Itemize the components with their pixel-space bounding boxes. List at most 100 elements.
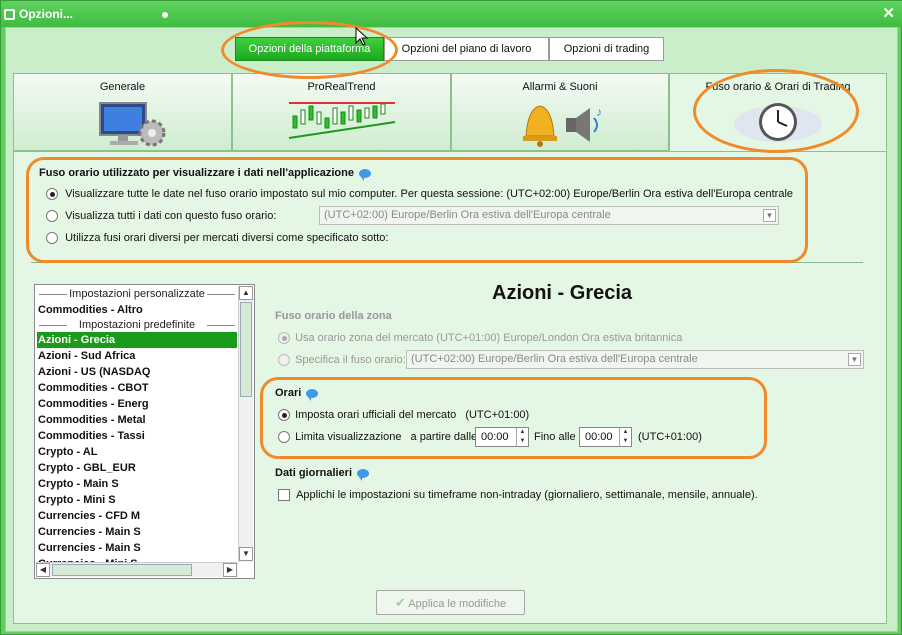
list-item[interactable]: Commodities - Tassi (37, 428, 237, 444)
specify-tz-value: (UTC+02:00) Europe/Berlin Ora estiva del… (411, 353, 698, 365)
list-item[interactable]: Azioni - US (NASDAQ (37, 364, 237, 380)
list-item[interactable]: Commodities - Metal (37, 412, 237, 428)
hscroll-thumb[interactable] (52, 564, 192, 576)
hours-option-limit[interactable]: Limita visualizzazione a partire dalle (278, 431, 478, 444)
radio-per-market-tz[interactable] (46, 232, 58, 245)
chevron-down-icon[interactable]: ▼ (763, 209, 776, 222)
list-item[interactable]: Crypto - Main S (37, 476, 237, 492)
tz-section-header: Fuso orario utilizzato per visualizzare … (39, 167, 372, 181)
daily-checkbox[interactable] (278, 489, 290, 502)
dot-marker (162, 12, 168, 18)
tz-option-fixed-label: Visualizza tutti i dati con questo fuso … (65, 210, 277, 223)
hours-option-official-tz: (UTC+01:00) (465, 409, 530, 422)
tab-prorealtrend[interactable]: ProRealTrend (232, 73, 451, 151)
tz-section-header-text: Fuso orario utilizzato per visualizzare … (39, 167, 354, 179)
hours-option-official-label: Imposta orari ufficiali del mercato (295, 409, 457, 422)
apply-button[interactable]: ✔ Applica le modifiche (376, 590, 525, 615)
list-item[interactable]: Commodities - Altro (37, 302, 237, 318)
hours-header-text: Orari (275, 387, 302, 399)
list-item[interactable]: Currencies - Main S (37, 524, 237, 540)
specify-tz-select[interactable]: (UTC+02:00) Europe/Berlin Ora estiva del… (406, 350, 864, 369)
to-time-stepper[interactable]: 00:00 ▲ ▼ (579, 427, 632, 447)
daily-option[interactable]: Applichi le impostazioni su timeframe no… (278, 489, 758, 502)
market-title: Azioni - Grecia (492, 282, 633, 304)
scroll-up-icon[interactable]: ▲ (239, 286, 253, 300)
zone-option-market-label: Usa orario zona del mercato (UTC+01:00) … (295, 332, 683, 345)
radio-limit-hours[interactable] (278, 431, 290, 444)
info-bubble-icon[interactable] (306, 388, 319, 401)
daily-header-text: Dati giornalieri (275, 467, 353, 479)
radio-official-hours[interactable] (278, 409, 290, 422)
list-item-selected[interactable]: Azioni - Grecia (37, 332, 237, 348)
close-icon[interactable]: ✕ (882, 4, 895, 22)
from-label: a partire dalle (410, 431, 478, 444)
radio-market-zone[interactable] (278, 332, 290, 345)
tab-trading-options[interactable]: Opzioni di trading (549, 37, 664, 61)
zone-option-market[interactable]: Usa orario zona del mercato (UTC+01:00) … (278, 332, 683, 345)
tab-timezone-trading-hours[interactable]: Fuso orario & Orari di Trading (669, 73, 887, 151)
scroll-thumb[interactable] (240, 302, 252, 397)
hours-tz: (UTC+01:00) (638, 431, 702, 443)
list-horizontal-scrollbar[interactable]: ◀ ▶ (36, 562, 238, 577)
to-time-value: 00:00 (585, 431, 613, 443)
scroll-left-icon[interactable]: ◀ (36, 563, 50, 577)
list-item[interactable]: Crypto - AL (37, 444, 237, 460)
info-bubble-icon[interactable] (359, 168, 372, 181)
hours-option-limit-label: Limita visualizzazione (295, 431, 402, 444)
fixed-tz-value: (UTC+02:00) Europe/Berlin Ora estiva del… (324, 209, 611, 221)
tab-workspace-options[interactable]: Opzioni del piano di lavoro (384, 37, 549, 61)
radio-fixed-tz[interactable] (46, 210, 58, 223)
monitor-gear-icon (99, 102, 166, 147)
group-default-settings: Impostazioni predefinite (37, 318, 237, 333)
tab-alarms-sounds[interactable]: Allarmi & Suoni ♪ (451, 73, 669, 151)
tz-option-computer[interactable]: Visualizzare tutte le date nel fuso orar… (46, 188, 794, 201)
radio-computer-tz[interactable] (46, 188, 58, 201)
trend-chart-icon (288, 102, 396, 139)
check-icon: ✔ (394, 595, 406, 610)
daily-option-label: Applichi le impostazioni su timeframe no… (296, 489, 758, 502)
daily-header: Dati giornalieri (275, 467, 370, 481)
tz-option-fixed[interactable]: Visualizza tutti i dati con questo fuso … (46, 210, 277, 223)
hours-option-official[interactable]: Imposta orari ufficiali del mercato (UTC… (278, 409, 530, 422)
apply-button-label: Applica le modifiche (408, 598, 507, 610)
mouse-cursor-icon (355, 27, 369, 46)
svg-text:♪: ♪ (596, 105, 602, 119)
divider (31, 262, 863, 263)
stepper-arrows-icon[interactable]: ▲ ▼ (619, 428, 631, 446)
tz-option-computer-label: Visualizzare tutte le date nel fuso orar… (65, 188, 794, 201)
scroll-down-icon[interactable]: ▼ (239, 547, 253, 561)
tab-general[interactable]: Generale (13, 73, 232, 151)
scroll-right-icon[interactable]: ▶ (223, 563, 237, 577)
zone-option-specify[interactable]: Specifica il fuso orario: (278, 354, 406, 367)
fixed-tz-select[interactable]: (UTC+02:00) Europe/Berlin Ora estiva del… (319, 206, 779, 225)
list-item[interactable]: Commodities - CBOT (37, 380, 237, 396)
tab-timezone-label: Fuso orario & Orari di Trading (705, 81, 851, 93)
bell-speaker-icon: ♪ (523, 105, 602, 147)
list-item[interactable]: Currencies - Main S (37, 540, 237, 556)
radio-specify-zone[interactable] (278, 354, 290, 367)
list-item[interactable]: Crypto - GBL_EUR (37, 460, 237, 476)
list-item[interactable]: Commodities - Energ (37, 396, 237, 412)
zone-option-specify-label: Specifica il fuso orario: (295, 354, 406, 367)
list-vertical-scrollbar[interactable]: ▲ ▼ (238, 286, 253, 562)
from-time-stepper[interactable]: 00:00 ▲ ▼ (475, 427, 529, 447)
window-title: Opzioni... (19, 7, 73, 21)
hours-header: Orari (275, 387, 319, 401)
clock-icon (734, 103, 822, 142)
group-custom-settings: Impostazioni personalizzate (37, 287, 237, 302)
from-time-value: 00:00 (481, 431, 509, 443)
list-item[interactable]: Azioni - Sud Africa (37, 348, 237, 364)
tz-option-per-market[interactable]: Utilizza fusi orari diversi per mercati … (46, 232, 388, 245)
tab-general-label: Generale (99, 81, 146, 93)
stepper-arrows-icon[interactable]: ▲ ▼ (516, 428, 528, 446)
app-icon (4, 9, 15, 20)
market-list[interactable]: Impostazioni personalizzate Commodities … (34, 284, 255, 579)
title-bar[interactable]: Opzioni... ✕ (1, 1, 902, 27)
chevron-down-icon[interactable]: ▼ (848, 353, 861, 366)
tab-prorealtrend-label: ProRealTrend (307, 81, 376, 93)
options-window: Opzioni... ✕ Opzioni della piattaforma O… (0, 0, 902, 635)
list-item[interactable]: Currencies - CFD M (37, 508, 237, 524)
list-item[interactable]: Crypto - Mini S (37, 492, 237, 508)
tab-alarms-label: Allarmi & Suoni (522, 81, 598, 93)
info-bubble-icon[interactable] (357, 468, 370, 481)
